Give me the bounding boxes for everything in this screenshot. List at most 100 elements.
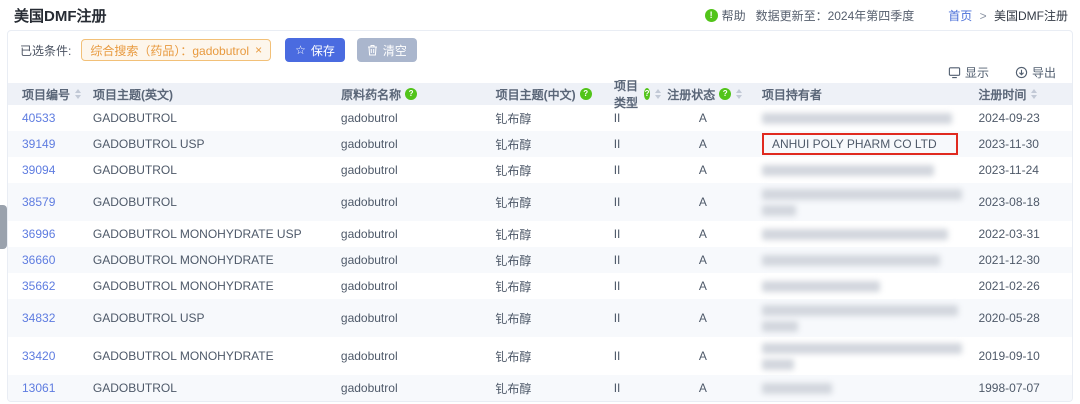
column-header-api-name: 原料药名称 ? (341, 86, 496, 103)
redacted-holder-text (762, 281, 880, 292)
project-id-link[interactable]: 39094 (22, 163, 55, 177)
reg-date-cell: 2019-09-10 (978, 349, 1072, 363)
project-type-cell: II (606, 381, 667, 395)
project-id-link[interactable]: 33420 (22, 349, 55, 363)
monitor-icon (948, 66, 961, 79)
redacted-holder-text (762, 343, 962, 354)
help-label: 帮助 (722, 7, 746, 24)
project-type-cell: II (606, 349, 667, 363)
column-header-holder: 项目持有者 (762, 86, 979, 103)
question-circle-icon[interactable]: ? (405, 88, 417, 100)
sort-icon[interactable] (655, 89, 661, 99)
reg-date-cell: 2021-12-30 (978, 253, 1072, 267)
column-header-project-type[interactable]: 项目类型 ? (606, 77, 667, 111)
redacted-holder-text (762, 383, 832, 394)
question-circle-icon[interactable]: ? (580, 88, 592, 100)
reg-date-cell: 2023-11-30 (978, 137, 1072, 151)
reg-date-cell: 1998-07-07 (978, 381, 1072, 395)
breadcrumb-home-link[interactable]: 首页 (948, 9, 972, 23)
column-header-project-id[interactable]: 项目编号 (22, 86, 93, 103)
help-link[interactable]: ! 帮助 (705, 7, 746, 24)
project-type-cell: II (606, 195, 667, 209)
reg-status-cell: A (667, 227, 762, 241)
sort-icon[interactable] (1031, 89, 1037, 99)
clear-button-label: 清空 (383, 42, 407, 59)
table-row[interactable]: 39094 GADOBUTROL gadobutrol 钆布醇 II A 202… (8, 157, 1072, 183)
sort-icon[interactable] (736, 89, 742, 99)
reg-status-cell: A (667, 253, 762, 267)
project-type-cell: II (606, 137, 667, 151)
question-circle-icon[interactable]: ? (644, 88, 650, 100)
project-id-link[interactable]: 35662 (22, 279, 55, 293)
table-row[interactable]: 40533 GADOBUTROL gadobutrol 钆布醇 II A 202… (8, 105, 1072, 131)
subject-en-cell: GADOBUTROL (93, 111, 341, 125)
column-header-reg-status[interactable]: 注册状态 ? (667, 86, 762, 103)
table-toolbar: 显示 导出 (8, 63, 1072, 83)
table-row[interactable]: 13061 GADOBUTROL gadobutrol 钆布醇 II A 199… (8, 375, 1072, 401)
holder-cell (762, 252, 979, 268)
api-name-cell: gadobutrol (341, 311, 496, 325)
side-drawer-handle[interactable] (0, 205, 7, 249)
save-button[interactable]: ☆ 保存 (285, 38, 345, 62)
redacted-holder-text (762, 229, 948, 240)
filter-label: 已选条件: (20, 42, 71, 59)
api-name-cell: gadobutrol (341, 163, 496, 177)
subject-cn-cell: 钆布醇 (495, 136, 605, 153)
project-id-link[interactable]: 39149 (22, 137, 55, 151)
holder-name-highlighted: ANHUI POLY PHARM CO LTD (762, 133, 958, 155)
subject-en-cell: GADOBUTROL MONOHYDRATE (93, 349, 341, 363)
reg-status-cell: A (667, 163, 762, 177)
export-button[interactable]: 导出 (1015, 64, 1056, 81)
redacted-holder-text (762, 205, 796, 216)
subject-en-cell: GADOBUTROL MONOHYDRATE (93, 279, 341, 293)
table-row[interactable]: 33420 GADOBUTROL MONOHYDRATE gadobutrol … (8, 337, 1072, 375)
redacted-holder-text (762, 165, 934, 176)
sort-icon[interactable] (75, 89, 81, 99)
help-icon: ! (705, 9, 718, 22)
column-header-reg-date[interactable]: 注册时间 (978, 86, 1072, 103)
holder-cell (762, 302, 979, 334)
project-type-cell: II (606, 111, 667, 125)
project-id-link[interactable]: 34832 (22, 311, 55, 325)
page-title: 美国DMF注册 (14, 5, 107, 26)
table-header-row: 项目编号 项目主题(英文) 原料药名称 ? 项目主题(中文) ? 项目类型 ? … (8, 83, 1072, 105)
display-toggle[interactable]: 显示 (948, 64, 989, 81)
table-row[interactable]: 39149 GADOBUTROL USP gadobutrol 钆布醇 II A… (8, 131, 1072, 157)
column-header-subject-cn: 项目主题(中文) ? (496, 86, 606, 103)
table-row[interactable]: 36996 GADOBUTROL MONOHYDRATE USP gadobut… (8, 221, 1072, 247)
display-label: 显示 (965, 64, 989, 81)
subject-en-cell: GADOBUTROL (93, 195, 341, 209)
api-name-cell: gadobutrol (341, 253, 496, 267)
project-id-link[interactable]: 36996 (22, 227, 55, 241)
filter-tag-close-icon[interactable]: × (255, 43, 262, 57)
holder-cell (762, 110, 979, 126)
subject-cn-cell: 钆布醇 (495, 380, 605, 397)
reg-status-cell: A (667, 279, 762, 293)
table-row[interactable]: 38579 GADOBUTROL gadobutrol 钆布醇 II A 202… (8, 183, 1072, 221)
table-row[interactable]: 34832 GADOBUTROL USP gadobutrol 钆布醇 II A… (8, 299, 1072, 337)
project-id-link[interactable]: 38579 (22, 195, 55, 209)
project-id-link[interactable]: 40533 (22, 111, 55, 125)
save-button-label: 保存 (311, 42, 335, 59)
reg-status-cell: A (667, 381, 762, 395)
table-row[interactable]: 35662 GADOBUTROL MONOHYDRATE gadobutrol … (8, 273, 1072, 299)
redacted-holder-text (762, 255, 940, 266)
table-row[interactable]: 36660 GADOBUTROL MONOHYDRATE gadobutrol … (8, 247, 1072, 273)
holder-cell (762, 380, 979, 396)
project-type-cell: II (606, 279, 667, 293)
clear-button[interactable]: 清空 (357, 38, 417, 62)
subject-cn-cell: 钆布醇 (495, 348, 605, 365)
subject-en-cell: GADOBUTROL USP (93, 311, 341, 325)
project-id-link[interactable]: 13061 (22, 381, 55, 395)
api-name-cell: gadobutrol (341, 227, 496, 241)
subject-en-cell: GADOBUTROL (93, 381, 341, 395)
project-id-link[interactable]: 36660 (22, 253, 55, 267)
subject-cn-cell: 钆布醇 (495, 110, 605, 127)
subject-cn-cell: 钆布醇 (495, 194, 605, 211)
star-icon: ☆ (295, 43, 306, 57)
reg-date-cell: 2020-05-28 (978, 311, 1072, 325)
subject-en-cell: GADOBUTROL (93, 163, 341, 177)
reg-status-cell: A (667, 111, 762, 125)
subject-cn-cell: 钆布醇 (495, 278, 605, 295)
question-circle-icon[interactable]: ? (719, 88, 731, 100)
